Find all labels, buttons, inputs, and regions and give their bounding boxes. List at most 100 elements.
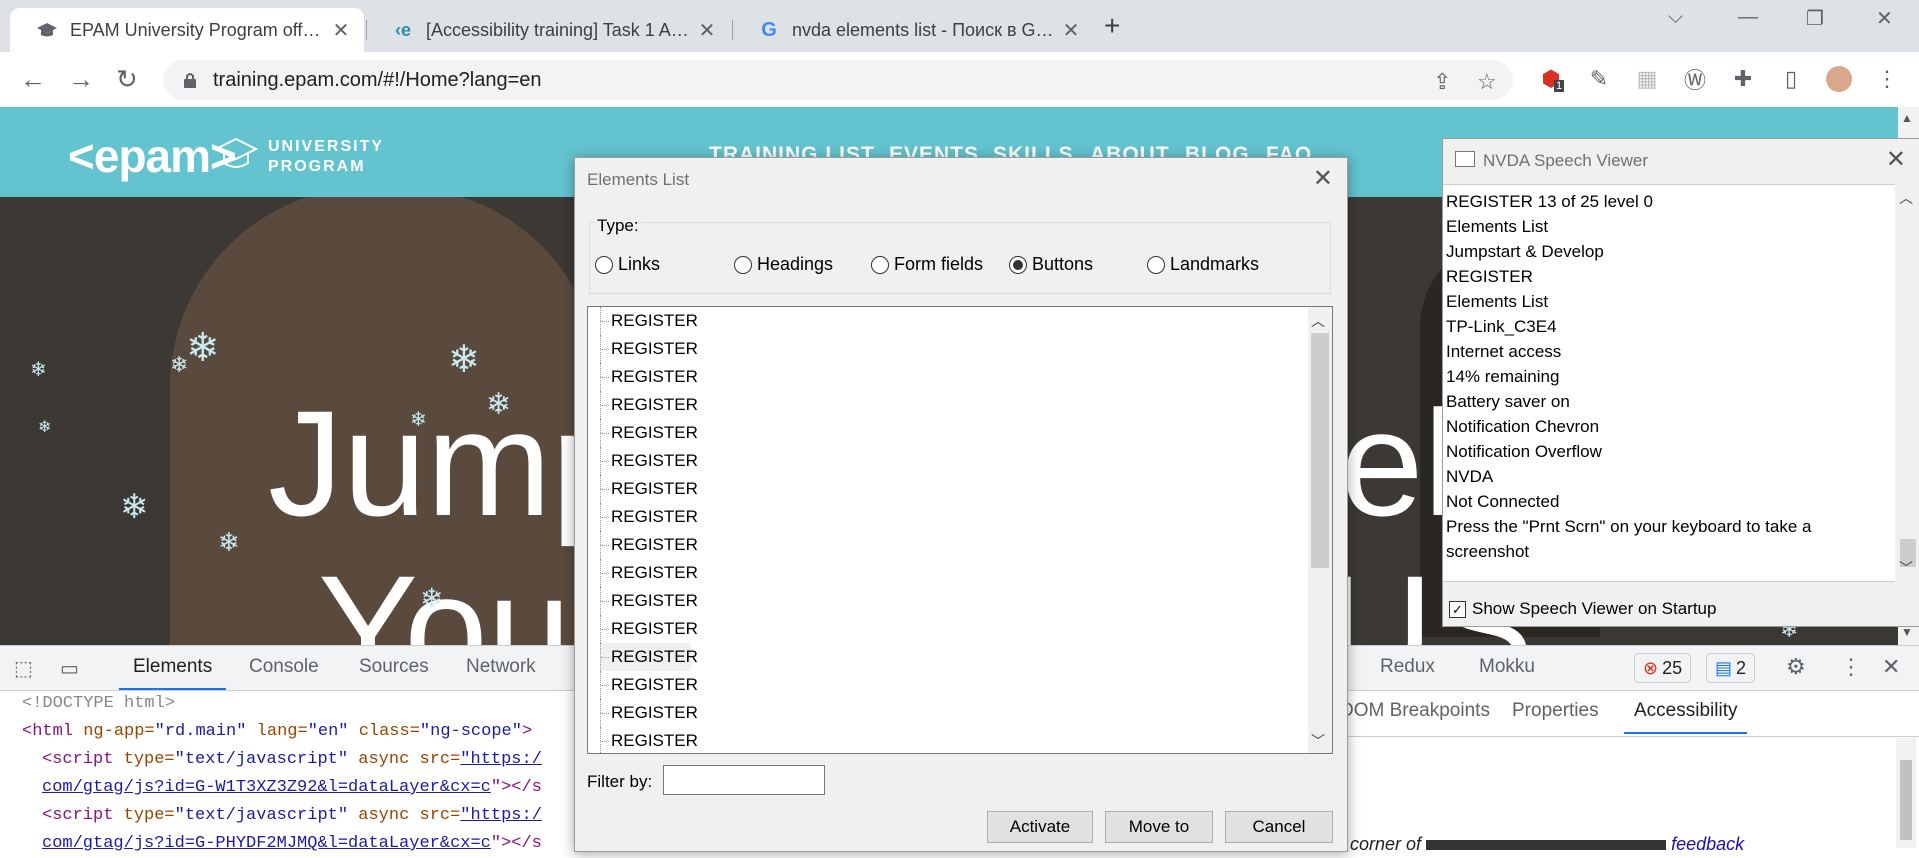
close-tab-icon[interactable]: ✕	[1058, 18, 1084, 43]
activate-button[interactable]: Activate	[987, 811, 1093, 843]
devtools-tab-redux[interactable]: Redux	[1380, 656, 1435, 678]
forward-arrow-icon[interactable]: →	[68, 64, 94, 95]
scroll-down-arrow-icon[interactable]: ﹀	[1899, 558, 1913, 578]
extensions-puzzle-icon[interactable]: ✚	[1730, 66, 1756, 92]
epam-e-icon: ‹e	[394, 19, 411, 40]
elements-tree-item[interactable]: REGISTER	[600, 531, 698, 559]
scroll-up-arrow-icon[interactable]: ︿	[1899, 188, 1913, 208]
inspect-element-icon[interactable]: ⬚	[14, 656, 33, 681]
scroll-thumb[interactable]	[1900, 760, 1912, 840]
filter-input[interactable]	[663, 765, 825, 795]
cancel-button[interactable]: Cancel	[1225, 811, 1333, 843]
elements-tree-item[interactable]: REGISTER	[600, 559, 698, 587]
tab-search-chevron-icon[interactable]: ⌵	[1668, 6, 1683, 29]
devtools-menu-icon[interactable]: ⋮	[1840, 654, 1862, 680]
epam-logo[interactable]: <epam>	[68, 129, 237, 183]
elements-tree-item[interactable]: REGISTER	[600, 503, 698, 531]
speech-log-scrollbar[interactable]: ︿ ﹀	[1896, 184, 1919, 580]
back-arrow-icon[interactable]: ←	[20, 64, 46, 95]
radio-headings[interactable]: Headings	[734, 254, 833, 275]
src-link[interactable]: "https:/	[460, 750, 542, 769]
dom-script-node[interactable]: <script type="text/javascript" async src…	[0, 802, 600, 830]
side-tab-properties[interactable]: Properties	[1512, 700, 1599, 722]
show-on-startup-checkbox[interactable]: ✓ Show Speech Viewer on Startup	[1449, 599, 1716, 619]
radio-links[interactable]: Links	[595, 254, 660, 275]
devtools-tab-network[interactable]: Network	[466, 656, 536, 678]
wordpress-extension-icon[interactable]: Ⓦ	[1682, 66, 1708, 93]
elements-tree-item[interactable]: REGISTER	[600, 671, 698, 699]
university-program-label: UNIVERSITY PROGRAM	[268, 137, 384, 177]
elements-tree-item[interactable]: REGISTER	[600, 643, 698, 671]
dom-script-node[interactable]: <script type="text/javascript" async src…	[0, 746, 600, 774]
graduation-cap-icon	[36, 19, 58, 41]
elements-tree-item[interactable]: REGISTER	[600, 475, 698, 503]
elements-tree-item[interactable]: REGISTER	[600, 419, 698, 447]
profile-avatar[interactable]	[1826, 66, 1852, 92]
radio-buttons[interactable]: Buttons	[1009, 254, 1093, 275]
close-tab-icon[interactable]: ✕	[328, 18, 354, 43]
scroll-down-arrow-icon[interactable]: ▼	[1901, 625, 1913, 639]
devtools-side-tabs: DOM Breakpoints Properties Accessibility	[1320, 690, 1919, 737]
close-dialog-icon[interactable]: ✕	[1313, 164, 1333, 193]
elements-tree-scrollbar[interactable]: ︿ ﹀	[1308, 307, 1332, 753]
restore-window-button[interactable]: ❐	[1806, 6, 1824, 31]
tag-text: "></s	[490, 834, 542, 853]
close-speech-viewer-icon[interactable]: ✕	[1886, 145, 1906, 174]
devtools-tab-mokku[interactable]: Mokku	[1479, 656, 1535, 678]
message-count: 2	[1736, 657, 1747, 678]
src-link[interactable]: com/gtag/js?id=G-W1T3XZ3Z92&l=dataLayer&…	[42, 778, 491, 797]
tab-epam-university[interactable]: EPAM University Program offers free ✕	[10, 8, 364, 52]
program-line-1: UNIVERSITY	[268, 138, 385, 155]
move-to-button[interactable]: Move to	[1105, 811, 1213, 843]
elements-tree-item[interactable]: REGISTER	[600, 363, 698, 391]
elements-tree-item[interactable]: REGISTER	[600, 727, 698, 753]
src-link[interactable]: "https:/	[460, 806, 542, 825]
radio-landmarks[interactable]: Landmarks	[1147, 254, 1259, 275]
close-window-button[interactable]: ✕	[1876, 6, 1893, 31]
scroll-up-arrow-icon[interactable]: ▲	[1901, 111, 1913, 125]
tab-google-search[interactable]: G nvda elements list - Поиск в Google ✕	[732, 8, 1094, 52]
devtools-tab-console[interactable]: Console	[249, 656, 319, 678]
elements-tree-item[interactable]: REGISTER	[600, 699, 698, 727]
scroll-up-arrow-icon[interactable]: ︿	[1311, 311, 1325, 331]
elements-tree-item[interactable]: REGISTER	[600, 335, 698, 363]
devtools-side-scrollbar[interactable]	[1896, 738, 1916, 848]
minimize-window-button[interactable]: —	[1738, 6, 1758, 29]
new-tab-button[interactable]: +	[1104, 8, 1120, 44]
color-picker-extension-icon[interactable]: ✎	[1586, 66, 1612, 92]
devtools-tab-sources[interactable]: Sources	[359, 656, 429, 678]
device-toolbar-icon[interactable]: ▭	[60, 656, 79, 681]
scroll-thumb[interactable]	[1311, 333, 1329, 568]
browser-menu-icon[interactable]: ⋮	[1874, 66, 1900, 92]
side-tab-accessibility[interactable]: Accessibility	[1623, 700, 1749, 734]
grid-extension-icon[interactable]: ▦	[1634, 66, 1660, 92]
speech-log[interactable]: REGISTER 13 of 25 level 0 Elements List Ju…	[1443, 184, 1895, 582]
elements-tree-item[interactable]: REGISTER	[600, 615, 698, 643]
elements-tree-item[interactable]: REGISTER	[600, 307, 698, 335]
adblock-extension-icon[interactable]: ⬢ 1	[1538, 66, 1565, 92]
share-icon[interactable]: ⇪	[1433, 69, 1451, 95]
feedback-link[interactable]: feedback	[1671, 834, 1744, 854]
elements-tree-item[interactable]: REGISTER	[600, 391, 698, 419]
devtools-tab-elements[interactable]: Elements	[118, 656, 227, 690]
side-tab-dom-breakpoints[interactable]: DOM Breakpoints	[1340, 700, 1490, 722]
reload-icon[interactable]: ↻	[116, 64, 138, 95]
close-tab-icon[interactable]: ✕	[694, 18, 720, 43]
elements-tree-item[interactable]: REGISTER	[600, 587, 698, 615]
message-count-badge[interactable]: ▤ 2	[1706, 653, 1756, 683]
elements-tree[interactable]: REGISTER REGISTER REGISTER REGISTER REGISTER…	[587, 306, 1333, 754]
error-count-badge[interactable]: ⊗ 25	[1634, 653, 1692, 683]
speech-log-line: Press the "Prnt Scrn" on your keyboard t…	[1446, 517, 1812, 536]
bookmark-star-icon[interactable]: ☆	[1477, 69, 1497, 95]
side-panel-icon[interactable]: ▯	[1778, 66, 1804, 92]
settings-gear-icon[interactable]: ⚙	[1786, 654, 1806, 680]
scroll-down-arrow-icon[interactable]: ﹀	[1311, 731, 1325, 751]
src-link[interactable]: com/gtag/js?id=G-PHYDF2MJMQ&l=dataLayer&…	[42, 834, 491, 853]
radio-form-fields[interactable]: Form fields	[871, 254, 983, 275]
dom-html-node[interactable]: <html ng-app="rd.main" lang="en" class="…	[0, 718, 600, 746]
address-bar[interactable]: training.epam.com/#!/Home?lang=en ⇪ ☆	[163, 60, 1513, 100]
elements-tree-item[interactable]: REGISTER	[600, 447, 698, 475]
dom-doctype[interactable]: <!DOCTYPE html>	[0, 690, 600, 718]
close-devtools-icon[interactable]: ✕	[1882, 654, 1900, 680]
tab-accessibility-training[interactable]: ‹e [Accessibility training] Task 1 Acces…	[366, 8, 730, 52]
